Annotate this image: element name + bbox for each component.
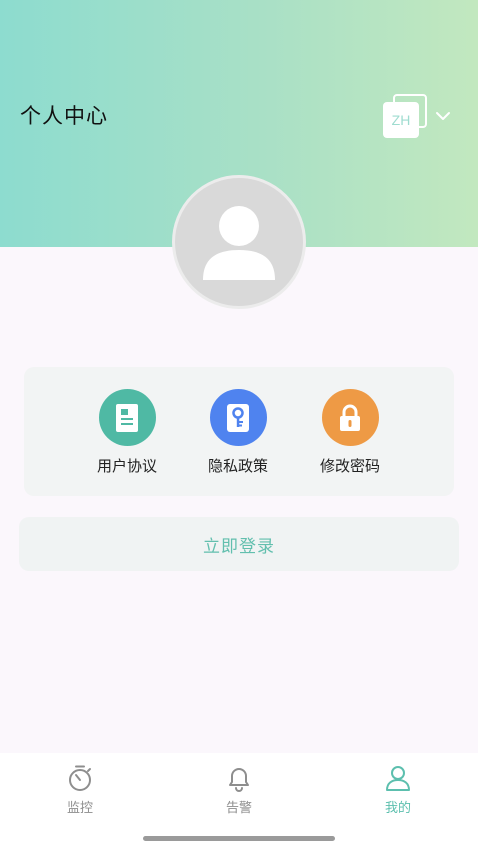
lock-icon — [321, 389, 379, 446]
document-icon — [98, 389, 156, 446]
user-agreement-item[interactable]: 用户协议 — [82, 389, 172, 476]
privacy-policy-item[interactable]: 隐私政策 — [193, 389, 283, 476]
stopwatch-icon — [69, 765, 91, 791]
language-switch[interactable]: ZH — [383, 94, 455, 138]
tab-alarm[interactable]: 告警 — [199, 763, 279, 816]
tab-mine-label: 我的 — [384, 801, 411, 816]
chevron-down-icon — [436, 112, 450, 120]
tab-mine[interactable]: 我的 — [358, 763, 438, 816]
person-icon — [386, 766, 410, 791]
user-agreement-label: 用户协议 — [96, 457, 157, 475]
change-password-label: 修改密码 — [319, 457, 380, 475]
quick-menu-card: 用户协议 隐私政策 修改密码 — [24, 367, 454, 496]
tab-monitor-label: 监控 — [66, 801, 93, 816]
language-code: ZH — [383, 102, 419, 138]
login-button[interactable]: 立即登录 — [19, 517, 459, 571]
page-title: 个人中心 — [20, 104, 108, 128]
user-placeholder-icon — [203, 206, 275, 280]
bell-icon — [229, 768, 249, 792]
key-icon — [209, 389, 267, 446]
change-password-item[interactable]: 修改密码 — [305, 389, 395, 476]
home-indicator — [143, 836, 335, 841]
privacy-policy-label: 隐私政策 — [207, 457, 268, 475]
tab-monitor[interactable]: 监控 — [40, 763, 120, 816]
avatar[interactable] — [172, 175, 306, 309]
tab-alarm-label: 告警 — [225, 801, 252, 816]
